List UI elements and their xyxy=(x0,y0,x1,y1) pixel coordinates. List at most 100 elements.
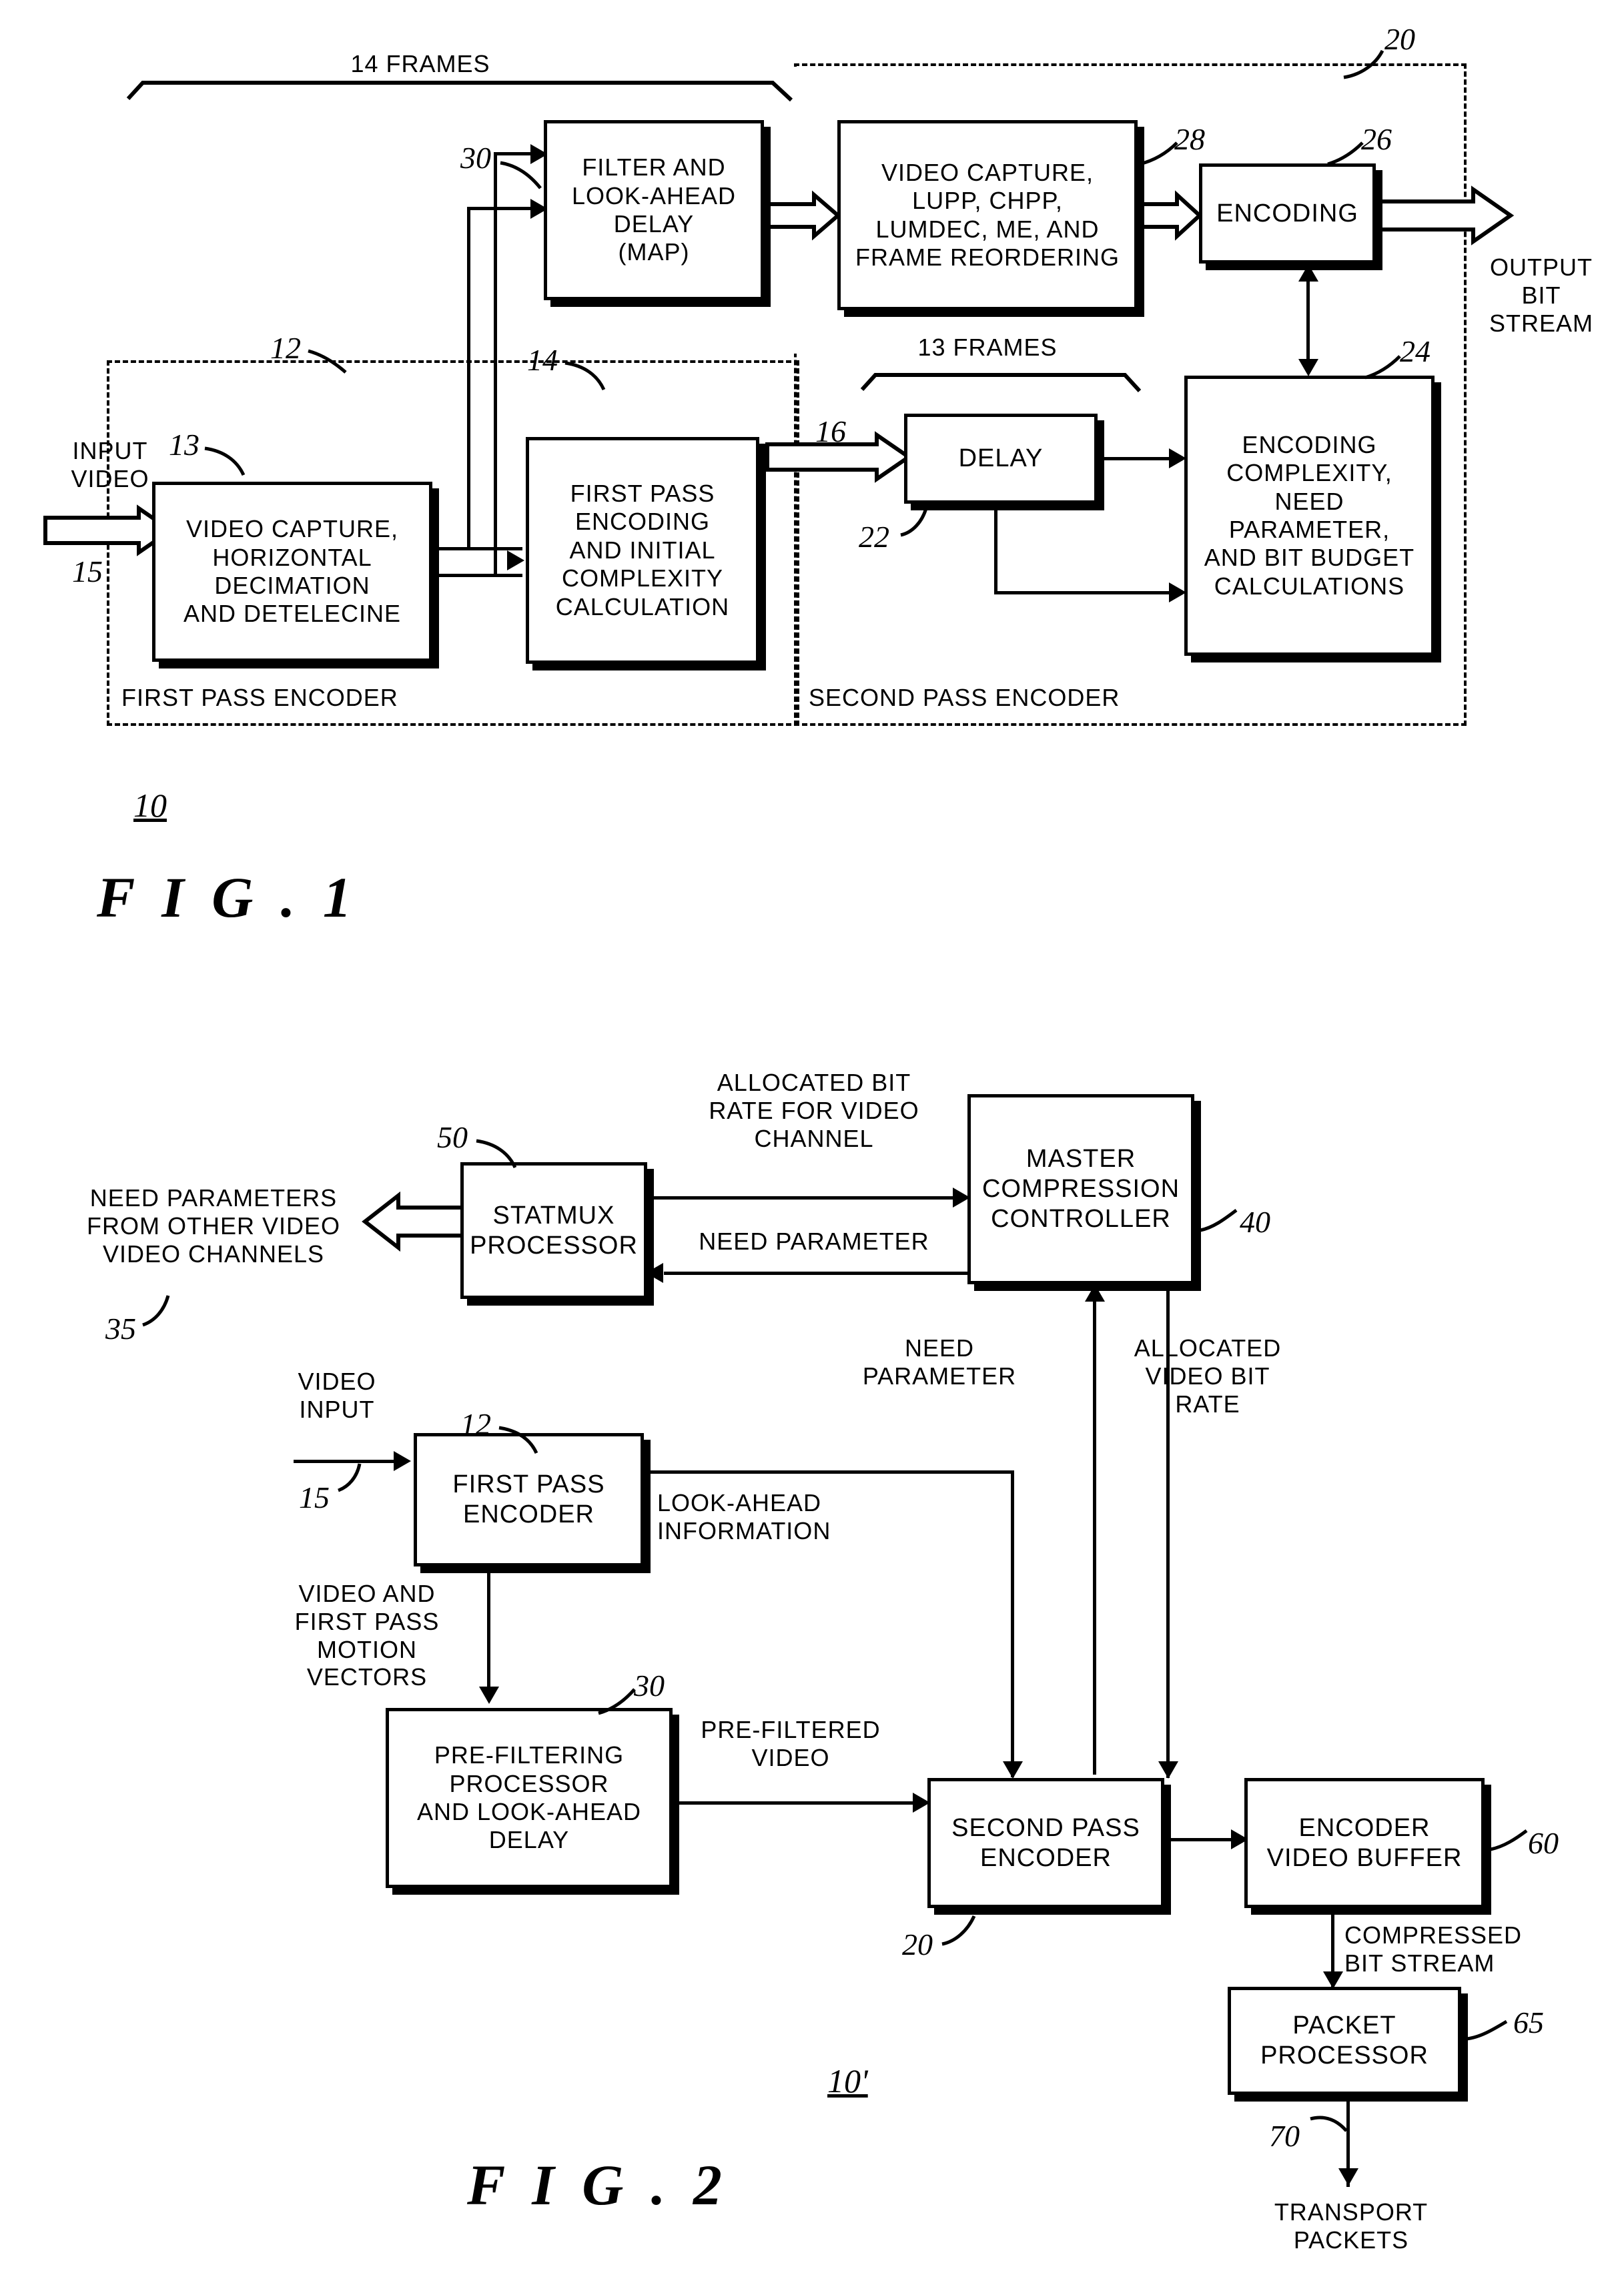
allocated-bit-rate-channel-label: ALLOCATED BIT RATE FOR VIDEO CHANNEL xyxy=(709,1069,919,1152)
line-lookahead-info-drop xyxy=(1011,1470,1014,1777)
box-video-capture-lupp[interactable]: VIDEO CAPTURE, LUPP, CHPP, LUMDEC, ME, A… xyxy=(837,120,1138,310)
ref-65-leader xyxy=(1465,2015,1516,2046)
ref-14-fig1: 14 xyxy=(527,343,558,377)
line-riser-b xyxy=(494,152,497,575)
arrowhead-allocated-video-bit-rate xyxy=(1158,1761,1178,1779)
need-parameter-label: NEED PARAMETER xyxy=(699,1228,929,1255)
ref-26-leader xyxy=(1326,140,1369,170)
box-encoding[interactable]: ENCODING xyxy=(1199,163,1376,264)
ref-22-fig1: 22 xyxy=(859,520,889,554)
figure1-ref: 10 xyxy=(133,787,167,824)
arrowhead-firstpass-to-prefilter xyxy=(479,1687,499,1704)
ref-15-fig2-leader xyxy=(337,1462,378,1496)
ref-13-leader xyxy=(204,446,250,481)
pre-filtered-video-label: PRE-FILTERED VIDEO xyxy=(701,1716,881,1771)
input-video-label: INPUT VIDEO xyxy=(71,437,149,492)
arrowhead-master-to-statmux xyxy=(646,1263,663,1283)
ref-22-leader xyxy=(899,507,946,541)
allocated-video-bit-rate-label: ALLOCATED VIDEO BIT RATE xyxy=(1134,1334,1282,1418)
arrowhead-need-parameter-up xyxy=(1085,1284,1105,1302)
frames-13-bracket xyxy=(860,368,1142,393)
box-master-compression-controller-label: MASTER COMPRESSION CONTROLLER xyxy=(981,1145,1180,1233)
box-prefiltering-processor[interactable]: PRE-FILTERING PROCESSOR AND LOOK-AHEAD D… xyxy=(386,1708,673,1888)
line-delay-drop-h xyxy=(994,591,1182,594)
line-capture-to-firstpass-bottom xyxy=(439,574,522,577)
line-master-to-statmux xyxy=(664,1272,967,1275)
figure2-ref: 10' xyxy=(827,2062,868,2100)
line-riser-a xyxy=(467,207,470,548)
figure1-caption: F I G . 1 xyxy=(97,865,358,929)
box-video-capture-lupp-label: VIDEO CAPTURE, LUPP, CHPP, LUMDEC, ME, A… xyxy=(855,158,1120,271)
ref-12-fig2-leader xyxy=(498,1425,544,1459)
look-ahead-information-label: LOOK-AHEAD INFORMATION xyxy=(657,1489,831,1544)
ref-50-fig2: 50 xyxy=(437,1120,468,1154)
box-encoding-label: ENCODING xyxy=(1216,199,1358,228)
line-prefilter-to-secondpass xyxy=(673,1801,923,1805)
arrowhead-complexity-up xyxy=(1298,264,1318,282)
box-second-pass-encoder-fig2[interactable]: SECOND PASS ENCODER xyxy=(927,1778,1164,1908)
box-first-pass-encoding[interactable]: FIRST PASS ENCODING AND INITIAL COMPLEXI… xyxy=(526,437,759,664)
arrowhead-lookahead-info xyxy=(1003,1761,1023,1779)
ref-16-fig1: 16 xyxy=(815,414,846,448)
box-encoding-complexity-label: ENCODING COMPLEXITY, NEED PARAMETER, AND… xyxy=(1204,430,1415,600)
arrow-filter-to-capture xyxy=(765,190,841,241)
ref-28-leader xyxy=(1138,140,1185,170)
ref-20-leader xyxy=(1341,47,1394,83)
ref-30-fig1: 30 xyxy=(460,141,491,175)
box-statmux-processor-label: STATMUX PROCESSOR xyxy=(470,1201,638,1260)
box-encoder-video-buffer[interactable]: ENCODER VIDEO BUFFER xyxy=(1244,1778,1485,1908)
box-first-pass-encoder-fig2-label: FIRST PASS ENCODER xyxy=(452,1470,605,1528)
line-statmux-to-master xyxy=(651,1196,964,1200)
box-statmux-processor[interactable]: STATMUX PROCESSOR xyxy=(460,1162,647,1299)
ref-12-fig1: 12 xyxy=(270,331,301,365)
arrowhead-capture-to-firstpass xyxy=(507,550,524,570)
box-delay[interactable]: DELAY xyxy=(904,414,1098,504)
ref-12-leader xyxy=(307,348,354,378)
first-pass-encoder-group-label: FIRST PASS ENCODER xyxy=(119,684,401,712)
ref-30-leader xyxy=(499,159,546,195)
box-master-compression-controller[interactable]: MASTER COMPRESSION CONTROLLER xyxy=(967,1094,1194,1284)
box-packet-processor[interactable]: PACKET PROCESSOR xyxy=(1228,1987,1461,2095)
ref-50-leader xyxy=(475,1138,522,1174)
video-input-label: VIDEO INPUT xyxy=(298,1368,376,1423)
box-delay-label: DELAY xyxy=(958,444,1044,473)
line-need-parameter-up xyxy=(1093,1294,1096,1775)
figure2-caption: F I G . 2 xyxy=(467,2153,729,2217)
ref-35-leader xyxy=(141,1294,185,1331)
box-prefiltering-processor-label: PRE-FILTERING PROCESSOR AND LOOK-AHEAD D… xyxy=(416,1741,642,1854)
compressed-bit-stream-label: COMPRESSED BIT STREAM xyxy=(1344,1921,1523,1977)
box-filter-lookahead-delay[interactable]: FILTER AND LOOK-AHEAD DELAY (MAP) xyxy=(544,120,764,300)
line-lookahead-info xyxy=(644,1470,1014,1474)
output-bit-stream-label: OUTPUT BIT STREAM xyxy=(1489,254,1593,337)
box-video-capture-horizontal[interactable]: VIDEO CAPTURE, HORIZONTAL DECIMATION AND… xyxy=(152,482,432,662)
frames-14-label: 14 FRAMES xyxy=(350,50,490,77)
video-first-pass-motion-vectors-label: VIDEO AND FIRST PASS MOTION VECTORS xyxy=(294,1580,440,1691)
ref-14-leader xyxy=(564,360,611,396)
box-first-pass-encoding-label: FIRST PASS ENCODING AND INITIAL COMPLEXI… xyxy=(555,479,730,620)
ref-20-fig2: 20 xyxy=(902,1927,933,1961)
arrowhead-complexity-down xyxy=(1298,359,1318,376)
frames-13-label: 13 FRAMES xyxy=(917,334,1058,361)
transport-packets-label: TRANSPORT PACKETS xyxy=(1274,2198,1429,2254)
ref-15-fig2: 15 xyxy=(299,1480,330,1514)
ref-35-fig2: 35 xyxy=(105,1312,136,1346)
need-parameter-up-label: NEED PARAMETER xyxy=(862,1334,1017,1390)
ref-70-leader xyxy=(1309,2114,1353,2144)
line-firstpass-to-prefilter xyxy=(487,1573,490,1699)
arrowhead-video-input xyxy=(394,1451,411,1471)
ref-30-fig2-leader xyxy=(597,1687,643,1719)
arrowhead-packet-to-transport xyxy=(1338,2168,1358,2186)
need-parameters-other-label: NEED PARAMETERS FROM OTHER VIDEO VIDEO C… xyxy=(86,1184,340,1268)
box-encoder-video-buffer-label: ENCODER VIDEO BUFFER xyxy=(1266,1813,1463,1872)
ref-20-fig2-leader xyxy=(941,1913,987,1950)
box-packet-processor-label: PACKET PROCESSOR xyxy=(1260,2011,1429,2070)
line-delay-drop xyxy=(994,507,997,594)
ref-13-fig1: 13 xyxy=(169,428,199,462)
ref-65-fig2: 65 xyxy=(1513,2005,1544,2039)
box-filter-lookahead-delay-label: FILTER AND LOOK-AHEAD DELAY (MAP) xyxy=(571,153,737,266)
ref-40-leader xyxy=(1199,1201,1246,1236)
box-encoding-complexity[interactable]: ENCODING COMPLEXITY, NEED PARAMETER, AND… xyxy=(1184,376,1435,656)
ref-60-leader xyxy=(1489,1821,1536,1857)
line-encoding-complexity-link xyxy=(1306,272,1310,372)
ref-70-fig2: 70 xyxy=(1269,2119,1300,2153)
